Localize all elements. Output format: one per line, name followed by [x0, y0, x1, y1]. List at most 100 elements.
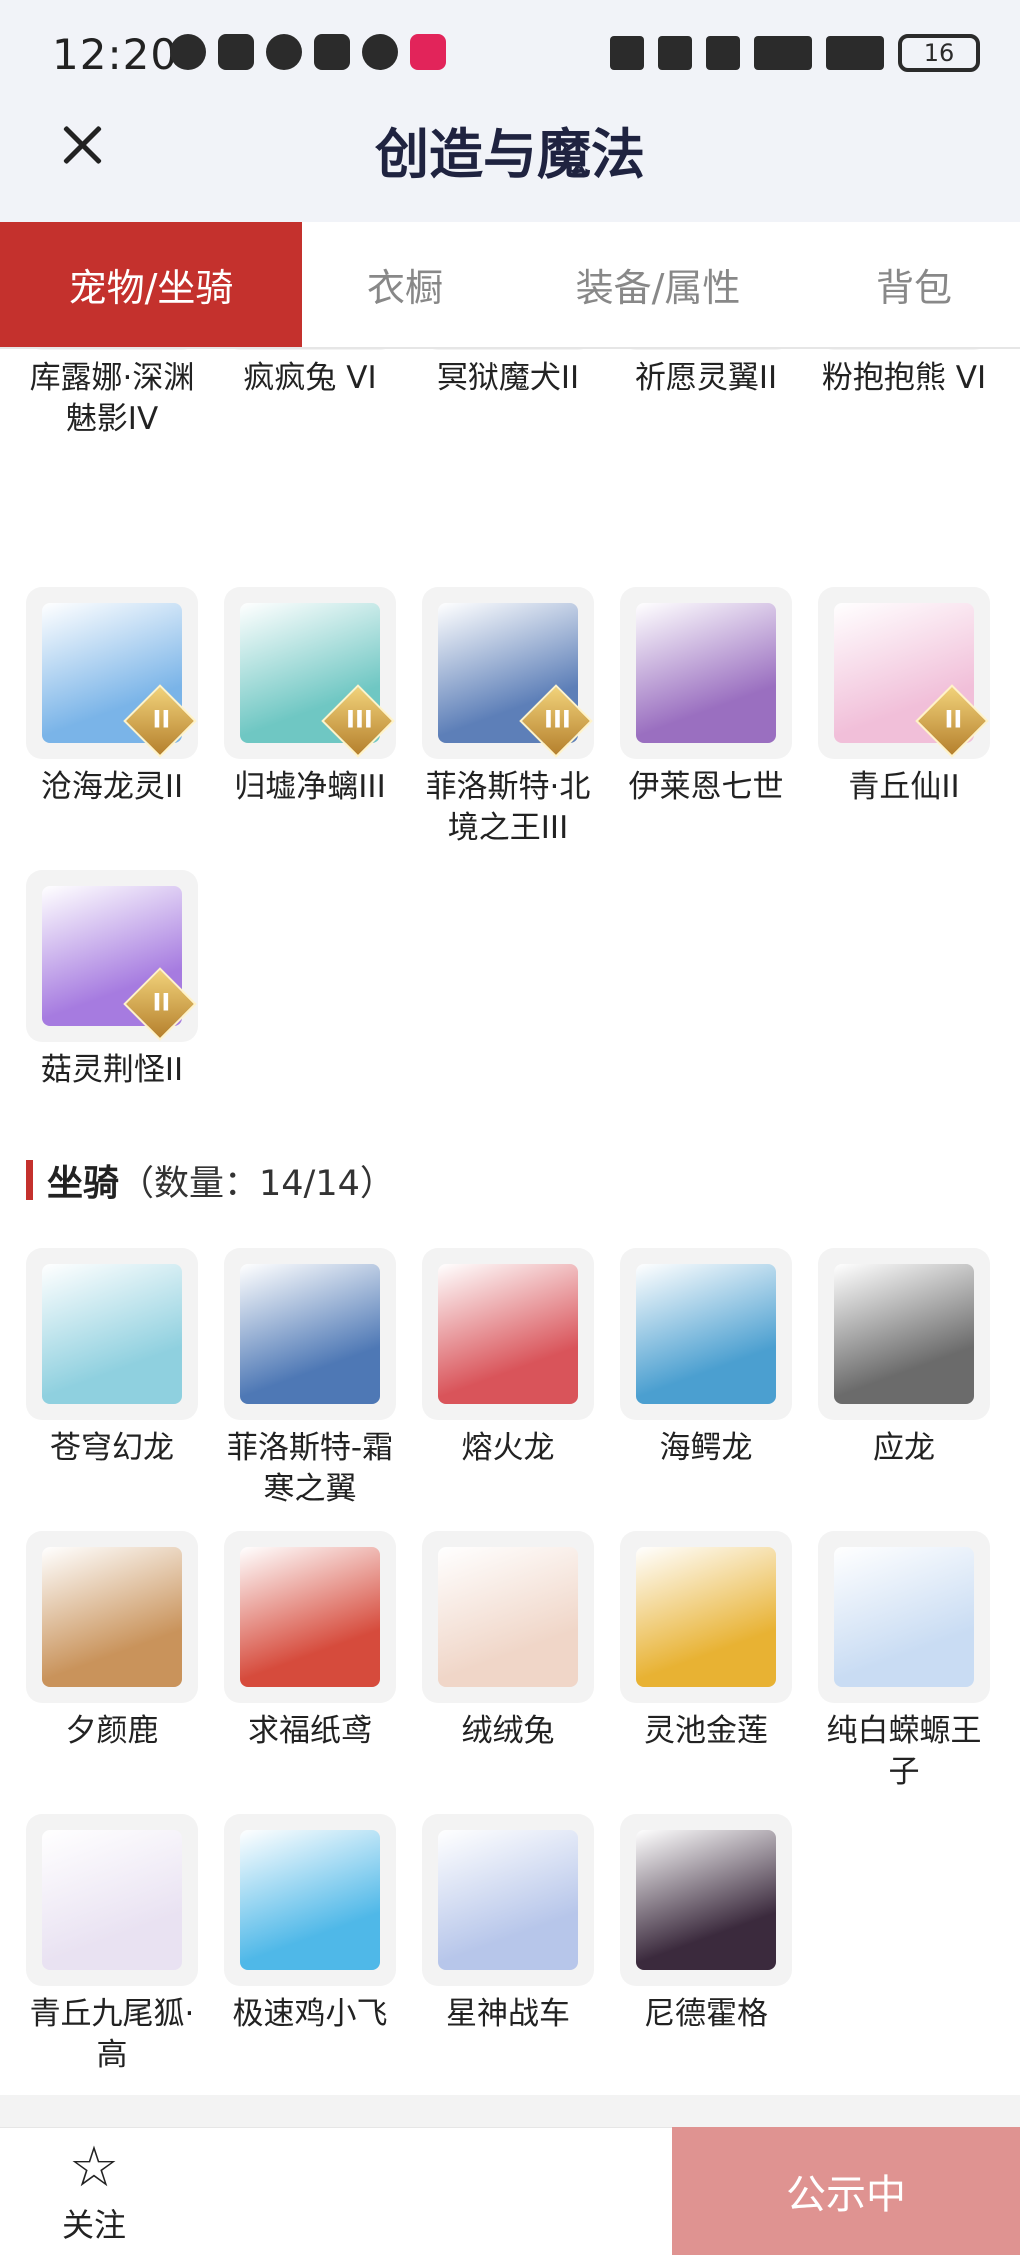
- pet-item-thumbnail: II: [26, 587, 198, 759]
- mount-item-name: 求福纸鸢: [248, 1713, 372, 1749]
- mount-count: （数量：14/14）: [119, 1163, 395, 1204]
- mount-item-name: 青丘九尾狐·高: [29, 1996, 195, 2073]
- mount-item-image: [42, 1264, 182, 1404]
- pet-item[interactable]: III 菲洛斯特·北境之王III: [422, 587, 594, 849]
- mount-item-name: 灵池金莲: [644, 1713, 768, 1749]
- mount-item-thumbnail: [620, 1248, 792, 1420]
- follow-label: 关注: [62, 2206, 127, 2244]
- pet-item-name: 青丘仙II: [848, 769, 960, 805]
- pet-item-name: 归墟净螭III: [234, 769, 386, 805]
- mount-item[interactable]: 苍穹幻龙: [26, 1248, 198, 1469]
- section-accent-bar: [26, 1160, 33, 1200]
- mount-item-image: [240, 1547, 380, 1687]
- nfc-icon: [218, 34, 254, 70]
- tab-backpack[interactable]: 背包: [808, 222, 1020, 347]
- status-right-icons: 16: [610, 34, 980, 72]
- mount-item-image: [636, 1547, 776, 1687]
- mount-item-thumbnail: [422, 1248, 594, 1420]
- tab-bar: 宠物/坐骑 衣橱 装备/属性 背包: [0, 222, 1020, 349]
- mount-item-image: [438, 1830, 578, 1970]
- status-bar: 12:20 16: [0, 0, 1020, 115]
- battery-level: 16: [923, 39, 955, 67]
- mount-item[interactable]: 青丘九尾狐·高: [26, 1814, 198, 2076]
- mount-item[interactable]: 菲洛斯特-霜寒之翼: [224, 1248, 396, 1510]
- mount-section-title: 坐骑 （数量：14/14）: [26, 1158, 395, 1204]
- mount-item[interactable]: 灵池金莲: [620, 1531, 792, 1752]
- pet-item-thumbnail: II: [26, 870, 198, 1042]
- mount-item-name: 星神战车: [446, 1996, 570, 2032]
- mount-item-thumbnail: [224, 1248, 396, 1420]
- mount-item-thumbnail: [26, 1814, 198, 1986]
- pet-item-name: 冥狱魔犬II: [436, 360, 580, 396]
- mount-item-thumbnail: [224, 1814, 396, 1986]
- pet-item-name: 菇灵荆怪II: [40, 1052, 184, 1088]
- mount-item-name: 熔火龙: [461, 1430, 555, 1466]
- mount-item-thumbnail: [224, 1531, 396, 1703]
- mount-item-image: [42, 1830, 182, 1970]
- mount-item[interactable]: 应龙: [818, 1248, 990, 1469]
- mount-item-name: 纯白蝾螈王子: [826, 1713, 982, 1790]
- public-status-button[interactable]: 公示中: [672, 2127, 1020, 2255]
- mount-item-thumbnail: [26, 1531, 198, 1703]
- pet-item-thumbnail: II: [818, 587, 990, 759]
- mount-item-image: [240, 1264, 380, 1404]
- pet-item-name: 菲洛斯特·北境之王III: [425, 769, 591, 846]
- wifi-icon: [706, 36, 740, 70]
- page-title: 创造与魔法: [375, 123, 645, 186]
- tab-pets-mounts[interactable]: 宠物/坐骑: [0, 222, 302, 347]
- pet-item-thumbnail: III: [422, 587, 594, 759]
- status-time: 12:20: [52, 30, 179, 79]
- mount-item-name: 极速鸡小飞: [232, 1996, 388, 2032]
- mount-item-image: [438, 1547, 578, 1687]
- follow-button[interactable]: ☆ 关注: [62, 2138, 126, 2246]
- mount-item-image: [42, 1547, 182, 1687]
- pet-item[interactable]: II 沧海龙灵II: [26, 587, 198, 808]
- pet-item-image: [636, 603, 776, 743]
- pet-item-name: 沧海龙灵II: [40, 769, 184, 805]
- mount-item[interactable]: 尼德霍格: [620, 1814, 792, 2035]
- grade-badge-text: III: [544, 705, 571, 734]
- mount-item-name: 绒绒兔: [461, 1713, 555, 1749]
- mount-item[interactable]: 夕颜鹿: [26, 1531, 198, 1752]
- battery-icon: 16: [898, 34, 980, 72]
- pet-item[interactable]: II 菇灵荆怪II: [26, 870, 198, 1091]
- mount-item[interactable]: 熔火龙: [422, 1248, 594, 1469]
- pet-item[interactable]: III 归墟净螭III: [224, 587, 396, 808]
- grade-badge-text: II: [152, 988, 171, 1017]
- link-icon: [314, 34, 350, 70]
- mount-item-name: 菲洛斯特-霜寒之翼: [226, 1430, 394, 1507]
- mount-item-thumbnail: [26, 1248, 198, 1420]
- mount-item-name: 应龙: [873, 1430, 935, 1466]
- pet-item-name: 粉抱抱熊 VI: [821, 360, 987, 396]
- pet-item-name: 库露娜·深渊魅影IV: [29, 360, 195, 437]
- bluetooth-icon: [610, 36, 644, 70]
- mount-item-thumbnail: [818, 1248, 990, 1420]
- mount-item[interactable]: 海鳄龙: [620, 1248, 792, 1469]
- mount-item-thumbnail: [818, 1531, 990, 1703]
- vibrate-icon: [658, 36, 692, 70]
- grade-badge-text: II: [944, 705, 963, 734]
- pet-item[interactable]: 伊莱恩七世: [620, 587, 792, 808]
- tab-equipment-attributes[interactable]: 装备/属性: [508, 222, 808, 347]
- status-left-icons: [170, 34, 446, 70]
- mount-item-name: 海鳄龙: [659, 1430, 753, 1466]
- bottom-separator: [0, 2095, 1020, 2127]
- mount-item-name: 尼德霍格: [644, 1996, 768, 2032]
- signal-4g-icon: [826, 36, 884, 70]
- mount-item-image: [834, 1547, 974, 1687]
- alarm-icon: [266, 34, 302, 70]
- mount-item[interactable]: 纯白蝾螈王子: [818, 1531, 990, 1793]
- mount-item[interactable]: 极速鸡小飞: [224, 1814, 396, 2035]
- mount-item-thumbnail: [620, 1531, 792, 1703]
- mount-item[interactable]: 星神战车: [422, 1814, 594, 2035]
- mount-item-name: 苍穹幻龙: [50, 1430, 174, 1466]
- pet-item-thumbnail: III: [224, 587, 396, 759]
- mount-item[interactable]: 绒绒兔: [422, 1531, 594, 1752]
- pet-item[interactable]: II 青丘仙II: [818, 587, 990, 808]
- video-icon: [410, 34, 446, 70]
- mount-item[interactable]: 求福纸鸢: [224, 1531, 396, 1752]
- mount-item-thumbnail: [422, 1814, 594, 1986]
- pet-item-thumbnail: [620, 587, 792, 759]
- mount-item-image: [636, 1264, 776, 1404]
- tab-wardrobe[interactable]: 衣橱: [302, 222, 508, 347]
